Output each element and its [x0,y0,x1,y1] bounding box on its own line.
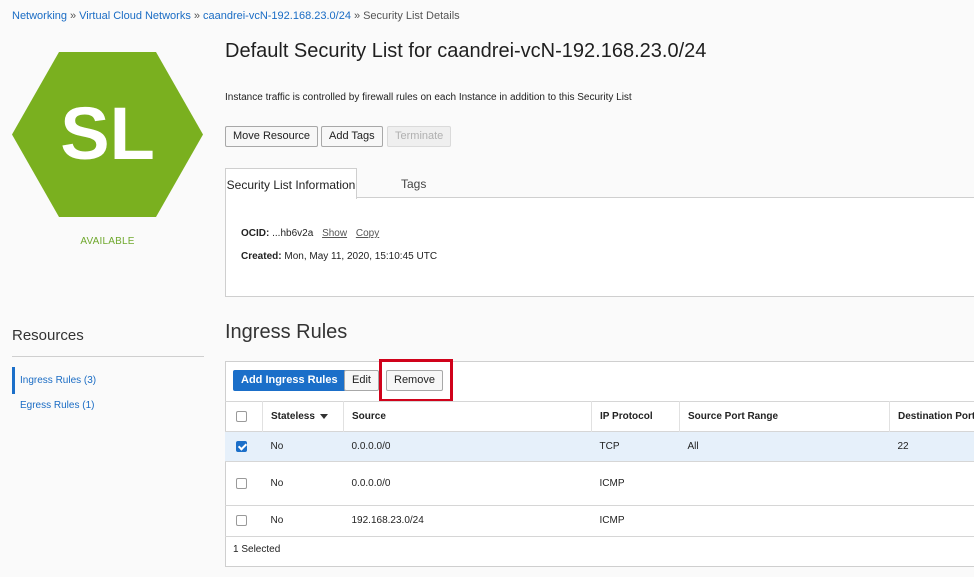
table-row[interactable]: No 0.0.0.0/0 ICMP [225,461,974,506]
cell-dest-port: 22 [889,431,974,462]
table-footer-divider [225,536,974,537]
breadcrumb-networking[interactable]: Networking [12,10,67,22]
tab-security-list-information[interactable]: Security List Information [225,168,357,199]
move-resource-button[interactable]: Move Resource [225,126,319,147]
ingress-rules-table: Stateless Source IP Protocol Source Port… [225,401,974,536]
table-row[interactable]: No 192.168.23.0/24 ICMP [225,505,974,536]
column-ip-protocol: IP Protocol [591,401,680,432]
cell-source: 0.0.0.0/0 [343,461,592,506]
ocid-value: ...hb6v2a [272,228,314,239]
breadcrumb-current: Security List Details [363,10,460,22]
page-description: Instance traffic is controlled by firewa… [225,92,632,103]
info-panel: OCID: ...hb6v2a Show Copy Created: Mon, … [225,197,974,297]
cell-source-port: All [679,431,890,462]
breadcrumb-separator: » [70,10,77,22]
cell-source-port [679,505,890,536]
info-tabs: Security List Information Tags [225,168,974,200]
resources-title: Resources [12,327,84,344]
sort-down-icon[interactable] [319,413,328,419]
cell-dest-port [889,505,974,536]
cell-protocol: ICMP [591,461,680,506]
select-all-cell [225,401,263,432]
page-title: Default Security List for caandrei-vcN-1… [225,40,707,62]
row-checkbox[interactable] [236,477,247,489]
resources-divider [12,356,204,357]
row-checkbox[interactable] [236,440,247,452]
breadcrumb-separator: » [353,10,361,22]
badge-initials: SL [60,92,155,175]
breadcrumb: Networking» Virtual Cloud Networks» caandr… [12,10,460,22]
ocid-copy-link[interactable]: Copy [356,228,379,239]
security-list-hexagon-icon: SL [12,52,203,217]
add-ingress-rules-button[interactable]: Add Ingress Rules [233,370,346,391]
cell-dest-port [889,461,974,506]
cell-stateless: No [262,505,344,536]
tab-tags[interactable]: Tags [401,168,426,200]
terminate-button: Terminate [387,126,452,147]
cell-source: 0.0.0.0/0 [343,431,592,462]
breadcrumb-separator: » [193,10,200,22]
breadcrumb-vcn[interactable]: caandrei-vcN-192.168.23.0/24 [203,10,351,22]
table-row[interactable]: No 0.0.0.0/0 TCP All 22 [225,431,974,462]
cell-protocol: TCP [591,431,680,462]
row-select-cell [225,431,263,462]
status-badge: AVAILABLE [80,236,135,247]
column-source: Source [343,401,592,432]
resources-item-ingress-rules[interactable]: Ingress Rules (3) [12,367,204,394]
add-tags-button[interactable]: Add Tags [321,126,383,147]
cell-stateless: No [262,431,344,462]
row-checkbox[interactable] [236,515,247,527]
select-all-checkbox[interactable] [236,410,247,422]
cell-source: 192.168.23.0/24 [343,505,592,536]
created-label: Created: [241,251,282,262]
ocid-row: OCID: ...hb6v2a Show Copy [241,228,379,239]
edit-button[interactable]: Edit [344,370,379,391]
ocid-label: OCID: [241,228,270,239]
table-header-row: Stateless Source IP Protocol Source Port… [225,401,974,432]
cell-stateless: No [262,461,344,506]
breadcrumb-virtual-cloud-networks[interactable]: Virtual Cloud Networks [79,10,191,22]
row-select-cell [225,461,263,506]
selection-count: 1 Selected [233,544,281,555]
resources-item-egress-rules[interactable]: Egress Rules (1) [12,400,94,411]
column-destination-port: Destination Port [889,401,974,432]
remove-highlight-box [379,359,453,402]
created-row: Created: Mon, May 11, 2020, 15:10:45 UTC [241,251,437,262]
created-value: Mon, May 11, 2020, 15:10:45 UTC [284,251,438,262]
ocid-show-link[interactable]: Show [322,228,347,239]
cell-source-port [679,461,890,506]
column-source-port-range: Source Port Range [679,401,890,432]
cell-protocol: ICMP [591,505,680,536]
row-select-cell [225,505,263,536]
ingress-rules-title: Ingress Rules [225,321,348,343]
column-stateless[interactable]: Stateless [262,401,344,432]
column-stateless-label: Stateless [271,411,315,422]
